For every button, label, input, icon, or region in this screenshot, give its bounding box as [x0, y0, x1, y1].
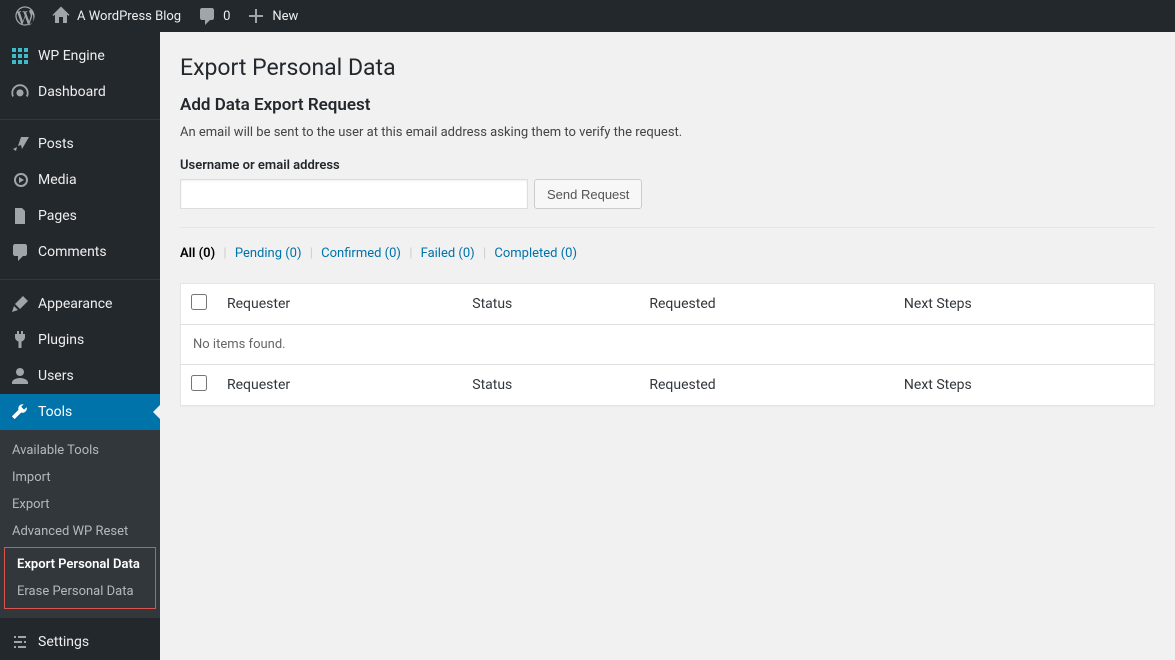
comments-menu[interactable]: 0 [189, 0, 238, 32]
sidebar-item-users[interactable]: Users [0, 358, 160, 394]
filter-pending[interactable]: Pending (0) [235, 246, 302, 261]
new-content-menu[interactable]: New [238, 0, 306, 32]
username-email-input[interactable] [180, 179, 528, 209]
filter-links: All (0) | Pending (0) | Confirmed (0) | … [180, 246, 1155, 261]
menu-separator [0, 115, 160, 120]
page-title: Export Personal Data [180, 54, 1155, 81]
comment-icon [10, 242, 30, 262]
sidebar-item-tools[interactable]: Tools [0, 394, 160, 430]
separator [180, 227, 1155, 228]
sidebar-item-label: WP Engine [38, 48, 105, 64]
wrench-icon [10, 402, 30, 422]
wpengine-icon [10, 46, 30, 66]
sidebar-item-label: Dashboard [38, 84, 106, 100]
admin-sidebar: WP Engine Dashboard Posts Media Pages Co… [0, 32, 160, 660]
brush-icon [10, 294, 30, 314]
email-field-label: Username or email address [180, 158, 1155, 173]
sidebar-item-dashboard[interactable]: Dashboard [0, 74, 160, 110]
page-icon [10, 206, 30, 226]
submenu-available-tools[interactable]: Available Tools [0, 437, 160, 464]
sidebar-item-label: Comments [38, 244, 107, 260]
media-icon [10, 170, 30, 190]
export-request-form: Username or email address Send Request [180, 158, 1155, 209]
site-title: A WordPress Blog [77, 9, 181, 24]
submenu-export[interactable]: Export [0, 491, 160, 518]
filter-failed[interactable]: Failed (0) [421, 246, 475, 261]
filter-completed[interactable]: Completed (0) [494, 246, 577, 261]
table-footer-row: Requester Status Requested Next Steps [181, 365, 1155, 406]
plus-icon [246, 6, 266, 26]
section-title: Add Data Export Request [180, 95, 1155, 115]
sidebar-item-media[interactable]: Media [0, 162, 160, 198]
col-status: Status [462, 284, 639, 325]
submenu-export-personal-data[interactable]: Export Personal Data [5, 551, 155, 578]
col-requester[interactable]: Requester [217, 365, 462, 406]
sliders-icon [10, 632, 30, 652]
comment-count: 0 [223, 9, 230, 24]
sidebar-item-appearance[interactable]: Appearance [0, 286, 160, 322]
user-icon [10, 366, 30, 386]
select-all-checkbox[interactable] [191, 294, 207, 310]
new-label: New [272, 9, 298, 24]
sidebar-item-label: Users [38, 368, 74, 384]
menu-separator [0, 275, 160, 280]
table-empty-row: No items found. [181, 325, 1155, 365]
col-next-steps: Next Steps [894, 365, 1155, 406]
sidebar-item-label: Pages [38, 208, 77, 224]
pin-icon [10, 134, 30, 154]
submenu-erase-personal-data[interactable]: Erase Personal Data [5, 578, 155, 605]
sidebar-item-comments[interactable]: Comments [0, 234, 160, 270]
filter-all[interactable]: All (0) [180, 246, 215, 261]
submenu-advanced-wp-reset[interactable]: Advanced WP Reset [0, 518, 160, 545]
select-all-checkbox-footer[interactable] [191, 375, 207, 391]
submenu-highlight-box: Export Personal Data Erase Personal Data [4, 547, 156, 609]
admin-toolbar: A WordPress Blog 0 New [0, 0, 1175, 32]
sidebar-item-label: Appearance [38, 296, 112, 312]
filter-confirmed[interactable]: Confirmed (0) [321, 246, 401, 261]
site-name-menu[interactable]: A WordPress Blog [43, 0, 189, 32]
wp-logo-menu[interactable] [7, 0, 43, 32]
col-requested[interactable]: Requested [639, 365, 894, 406]
sidebar-item-label: Tools [38, 404, 72, 420]
home-icon [51, 6, 71, 26]
sidebar-item-posts[interactable]: Posts [0, 126, 160, 162]
sidebar-item-label: Plugins [38, 332, 84, 348]
wordpress-logo-icon [15, 6, 35, 26]
col-requester[interactable]: Requester [217, 284, 462, 325]
sidebar-item-label: Posts [38, 136, 74, 152]
submenu-import[interactable]: Import [0, 464, 160, 491]
section-description: An email will be sent to the user at thi… [180, 125, 1155, 140]
send-request-button[interactable]: Send Request [534, 179, 642, 209]
sidebar-item-wpengine[interactable]: WP Engine [0, 38, 160, 74]
dashboard-icon [10, 82, 30, 102]
sidebar-item-pages[interactable]: Pages [0, 198, 160, 234]
col-next-steps: Next Steps [894, 284, 1155, 325]
tools-submenu: Available Tools Import Export Advanced W… [0, 430, 160, 618]
sidebar-item-plugins[interactable]: Plugins [0, 322, 160, 358]
col-status: Status [462, 365, 639, 406]
plug-icon [10, 330, 30, 350]
no-items-text: No items found. [181, 325, 1155, 365]
main-content: Export Personal Data Add Data Export Req… [160, 32, 1175, 660]
sidebar-item-settings[interactable]: Settings [0, 624, 160, 660]
comment-icon [197, 6, 217, 26]
table-header-row: Requester Status Requested Next Steps [181, 284, 1155, 325]
sidebar-item-label: Settings [38, 634, 89, 650]
requests-table: Requester Status Requested Next Steps No… [180, 283, 1155, 406]
col-requested[interactable]: Requested [639, 284, 894, 325]
sidebar-item-label: Media [38, 172, 77, 188]
